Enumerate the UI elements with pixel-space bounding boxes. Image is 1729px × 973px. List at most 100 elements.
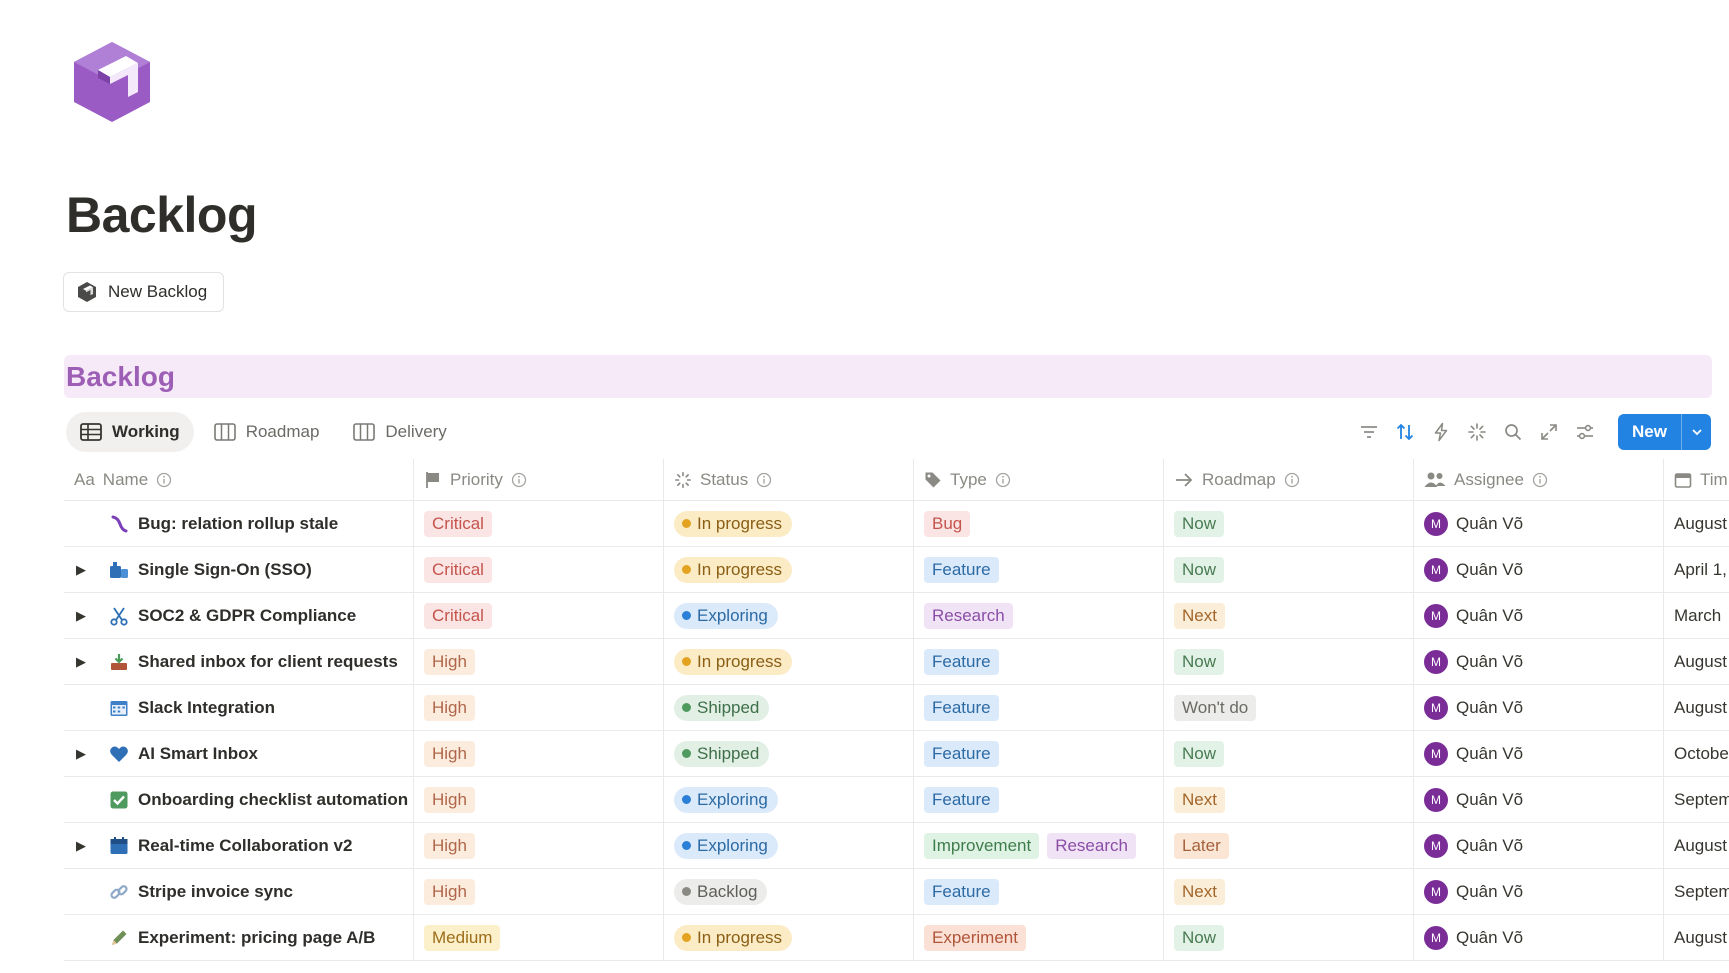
type-tag[interactable]: Feature <box>924 556 999 583</box>
expand-icon[interactable] <box>1538 421 1560 443</box>
type-cell[interactable]: Feature <box>914 547 1164 592</box>
table-row[interactable]: ▶ Single Sign-On (SSO) Critical In progr… <box>64 547 1729 593</box>
assignee-cell[interactable]: M Quân Võ <box>1414 501 1664 546</box>
priority-cell[interactable]: Critical <box>414 501 664 546</box>
info-icon[interactable] <box>756 472 772 488</box>
time-cell[interactable]: Septem <box>1664 869 1729 914</box>
column-header-roadmap[interactable]: Roadmap <box>1164 459 1414 500</box>
type-cell[interactable]: Feature <box>914 685 1164 730</box>
name-cell[interactable]: Stripe invoice sync <box>64 869 414 914</box>
time-cell[interactable]: March <box>1664 593 1729 638</box>
expand-toggle-icon[interactable]: ▶ <box>70 838 92 854</box>
type-tag[interactable]: Feature <box>924 878 999 905</box>
type-tag[interactable]: Bug <box>924 510 971 537</box>
info-icon[interactable] <box>156 472 172 488</box>
time-cell[interactable]: August <box>1664 501 1729 546</box>
type-cell[interactable]: Research <box>914 593 1164 638</box>
roadmap-cell[interactable]: Next <box>1164 777 1414 822</box>
table-row[interactable]: ▶ Real-time Collaboration v2 High Explor… <box>64 823 1729 869</box>
name-cell[interactable]: ▶ SOC2 & GDPR Compliance <box>64 593 414 638</box>
priority-cell[interactable]: Medium <box>414 915 664 960</box>
table-row[interactable]: Experiment: pricing page A/B Medium In p… <box>64 915 1729 961</box>
expand-toggle-icon[interactable]: ▶ <box>70 562 92 578</box>
new-item-button[interactable]: New <box>1618 414 1711 450</box>
column-header-type[interactable]: Type <box>914 459 1164 500</box>
column-header-priority[interactable]: Priority <box>414 459 664 500</box>
view-tab-delivery[interactable]: Delivery <box>339 412 460 452</box>
type-tag[interactable]: Research <box>924 602 1013 629</box>
roadmap-cell[interactable]: Won't do <box>1164 685 1414 730</box>
column-header-name[interactable]: Aa Name <box>64 459 414 500</box>
row-name[interactable]: SOC2 & GDPR Compliance <box>138 606 356 626</box>
status-cell[interactable]: In progress <box>664 547 914 592</box>
row-name[interactable]: Bug: relation rollup stale <box>138 514 338 534</box>
status-cell[interactable]: In progress <box>664 501 914 546</box>
row-name[interactable]: Slack Integration <box>138 698 275 718</box>
priority-cell[interactable]: High <box>414 869 664 914</box>
type-tag[interactable]: Feature <box>924 694 999 721</box>
row-name[interactable]: Stripe invoice sync <box>138 882 293 902</box>
assignee-cell[interactable]: M Quân Võ <box>1414 915 1664 960</box>
table-row[interactable]: ▶ SOC2 & GDPR Compliance Critical Explor… <box>64 593 1729 639</box>
info-icon[interactable] <box>1284 472 1300 488</box>
type-cell[interactable]: Feature <box>914 777 1164 822</box>
row-name[interactable]: AI Smart Inbox <box>138 744 258 764</box>
status-cell[interactable]: In progress <box>664 639 914 684</box>
type-tag[interactable]: Feature <box>924 740 999 767</box>
type-cell[interactable]: Experiment <box>914 915 1164 960</box>
type-tag[interactable]: Feature <box>924 786 999 813</box>
type-cell[interactable]: Feature <box>914 869 1164 914</box>
table-row[interactable]: Slack Integration High Shipped Feature W… <box>64 685 1729 731</box>
roadmap-cell[interactable]: Later <box>1164 823 1414 868</box>
new-item-label[interactable]: New <box>1618 414 1681 450</box>
table-row[interactable]: Stripe invoice sync High Backlog Feature… <box>64 869 1729 915</box>
row-name[interactable]: Single Sign-On (SSO) <box>138 560 312 580</box>
roadmap-cell[interactable]: Next <box>1164 869 1414 914</box>
name-cell[interactable]: Onboarding checklist automation <box>64 777 414 822</box>
priority-cell[interactable]: Critical <box>414 593 664 638</box>
info-icon[interactable] <box>1532 472 1548 488</box>
name-cell[interactable]: ▶ AI Smart Inbox <box>64 731 414 776</box>
table-row[interactable]: Onboarding checklist automation High Exp… <box>64 777 1729 823</box>
time-cell[interactable]: August <box>1664 639 1729 684</box>
roadmap-cell[interactable]: Now <box>1164 915 1414 960</box>
assignee-cell[interactable]: M Quân Võ <box>1414 547 1664 592</box>
row-name[interactable]: Onboarding checklist automation <box>138 790 408 810</box>
automation-icon[interactable] <box>1430 421 1452 443</box>
filter-icon[interactable] <box>1358 421 1380 443</box>
priority-cell[interactable]: High <box>414 639 664 684</box>
row-name[interactable]: Experiment: pricing page A/B <box>138 928 375 948</box>
database-title[interactable]: Backlog <box>66 361 175 393</box>
info-icon[interactable] <box>995 472 1011 488</box>
table-row[interactable]: ▶ AI Smart Inbox High Shipped Feature No… <box>64 731 1729 777</box>
roadmap-cell[interactable]: Next <box>1164 593 1414 638</box>
status-cell[interactable]: Exploring <box>664 777 914 822</box>
column-header-time[interactable]: Tim <box>1664 459 1729 500</box>
type-cell[interactable]: Feature <box>914 639 1164 684</box>
time-cell[interactable]: Octobe <box>1664 731 1729 776</box>
name-cell[interactable]: Bug: relation rollup stale <box>64 501 414 546</box>
priority-cell[interactable]: Critical <box>414 547 664 592</box>
status-cell[interactable]: Exploring <box>664 823 914 868</box>
assignee-cell[interactable]: M Quân Võ <box>1414 593 1664 638</box>
roadmap-cell[interactable]: Now <box>1164 639 1414 684</box>
assignee-cell[interactable]: M Quân Võ <box>1414 869 1664 914</box>
assignee-cell[interactable]: M Quân Võ <box>1414 731 1664 776</box>
status-cell[interactable]: In progress <box>664 915 914 960</box>
type-cell[interactable]: Improvement Research <box>914 823 1164 868</box>
view-tab-working[interactable]: Working <box>66 412 194 452</box>
assignee-cell[interactable]: M Quân Võ <box>1414 823 1664 868</box>
type-tag[interactable]: Feature <box>924 648 999 675</box>
assignee-cell[interactable]: M Quân Võ <box>1414 685 1664 730</box>
type-tag[interactable]: Improvement <box>924 832 1040 859</box>
status-cell[interactable]: Shipped <box>664 685 914 730</box>
new-backlog-button[interactable]: New Backlog <box>63 272 225 312</box>
priority-cell[interactable]: High <box>414 685 664 730</box>
sort-icon[interactable] <box>1394 421 1416 443</box>
time-cell[interactable]: August <box>1664 823 1729 868</box>
name-cell[interactable]: ▶ Shared inbox for client requests <box>64 639 414 684</box>
expand-toggle-icon[interactable]: ▶ <box>70 654 92 670</box>
type-tag[interactable]: Experiment <box>924 924 1026 951</box>
name-cell[interactable]: ▶ Single Sign-On (SSO) <box>64 547 414 592</box>
type-cell[interactable]: Feature <box>914 731 1164 776</box>
